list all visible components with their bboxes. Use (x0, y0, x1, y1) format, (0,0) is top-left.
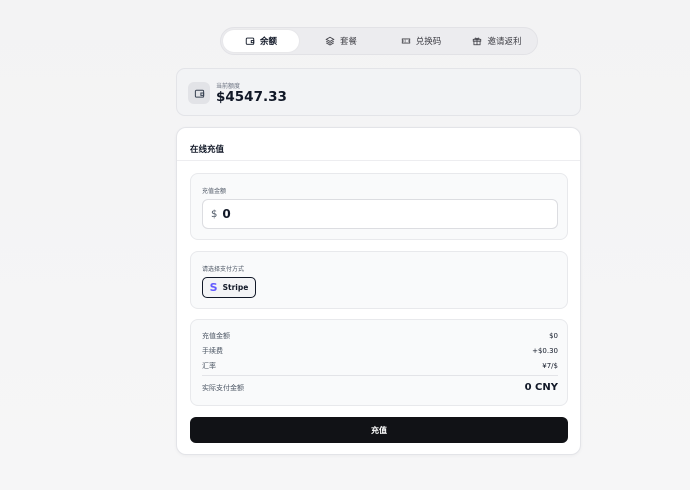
wallet-icon (245, 37, 255, 45)
summary-total-value: 0 CNY (524, 382, 558, 393)
stripe-icon: S (209, 281, 218, 294)
tab-redeem-code[interactable]: 兑换码 (383, 30, 459, 52)
payment-section: 请选择支付方式 S Stripe (190, 251, 568, 309)
summary-section: 充值金额 $0 手续费 +$0.30 汇率 ¥7/$ 实际支付金额 0 CNY (190, 319, 568, 406)
summary-value: $0 (549, 332, 558, 340)
tab-bar: 余额 套餐 兑换码 邀请返利 (220, 27, 538, 55)
summary-divider (202, 375, 558, 376)
recharge-button[interactable]: 充值 (190, 417, 568, 443)
tab-referral[interactable]: 邀请返利 (459, 30, 535, 52)
layers-icon (325, 36, 335, 46)
payment-label: 请选择支付方式 (202, 266, 245, 273)
summary-value: ¥7/$ (542, 362, 558, 370)
balance-value: $4547.33 (216, 89, 287, 105)
summary-row-amount: 充值金额 $0 (202, 331, 558, 341)
summary-row-total: 实际支付金额 0 CNY (202, 382, 558, 393)
amount-section: 充值金额 $ 0 (190, 173, 568, 240)
tab-balance[interactable]: 余额 (223, 30, 299, 52)
card-title: 在线充值 (190, 145, 225, 155)
summary-row-fee: 手续费 +$0.30 (202, 346, 558, 356)
tab-label: 兑换码 (415, 37, 442, 47)
ticket-icon (401, 38, 410, 44)
summary-value: +$0.30 (532, 347, 558, 355)
tab-label: 余额 (259, 37, 277, 47)
tab-plans[interactable]: 套餐 (299, 30, 383, 52)
balance-card: 当前额度 $4547.33 (176, 68, 581, 116)
summary-row-rate: 汇率 ¥7/$ (202, 361, 558, 371)
summary-label: 充值金额 (202, 332, 230, 340)
gift-icon (473, 37, 482, 46)
summary-label: 手续费 (202, 347, 223, 355)
summary-label: 实际支付金额 (202, 383, 244, 392)
amount-input[interactable]: $ 0 (202, 199, 558, 229)
tab-label: 套餐 (339, 37, 357, 47)
stripe-label: Stripe (222, 283, 249, 292)
stripe-payment-button[interactable]: S Stripe (202, 277, 256, 298)
currency-symbol: $ (211, 208, 218, 220)
tab-label: 邀请返利 (487, 37, 522, 47)
amount-label: 充值金额 (202, 188, 227, 195)
balance-icon-box (188, 82, 210, 104)
wallet-icon (194, 89, 204, 98)
amount-value: 0 (222, 207, 231, 221)
summary-label: 汇率 (202, 362, 216, 370)
recharge-card: 在线充值 充值金额 $ 0 请选择支付方式 S Stripe 充值金额 $0 手… (176, 127, 581, 455)
card-divider (177, 160, 580, 161)
